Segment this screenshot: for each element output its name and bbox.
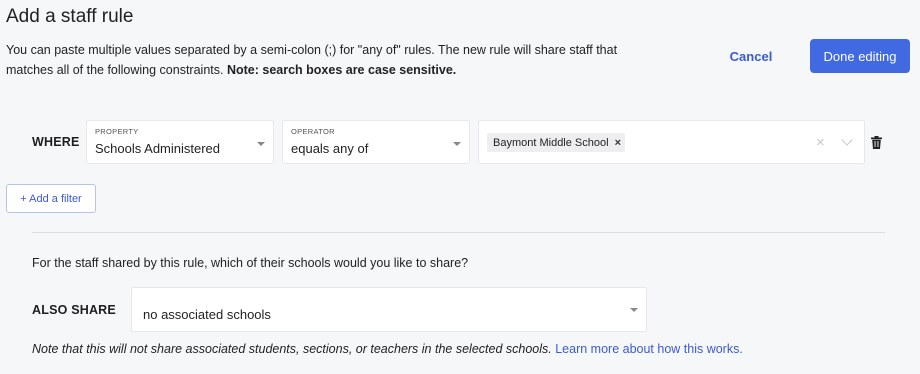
value-chip: Baymont Middle School × [487, 133, 625, 152]
cancel-button[interactable]: Cancel [716, 40, 786, 72]
staff-rule-editor: Add a staff rule You can paste multiple … [0, 0, 920, 374]
also-share-value: no associated schools [143, 307, 271, 322]
chevron-down-icon[interactable] [841, 134, 853, 146]
property-select[interactable]: PROPERTY Schools Administered [86, 120, 274, 164]
also-share-select[interactable]: no associated schools [131, 287, 647, 332]
divider [32, 232, 885, 233]
operator-select[interactable]: OPERATOR equals any of [282, 120, 470, 164]
caret-down-icon [257, 142, 265, 146]
trash-icon[interactable] [871, 136, 882, 149]
done-editing-button[interactable]: Done editing [810, 39, 910, 73]
also-share-label: ALSO SHARE [32, 303, 116, 317]
clear-icon[interactable]: × [816, 134, 825, 151]
caret-down-icon [453, 142, 461, 146]
share-note: Note that this will not share associated… [32, 342, 743, 356]
remove-chip-icon[interactable]: × [615, 137, 621, 149]
share-question: For the staff shared by this rule, which… [32, 256, 469, 270]
learn-more-link[interactable]: Learn more about how this works. [555, 342, 743, 356]
caret-down-icon [630, 308, 638, 312]
page-description: You can paste multiple values separated … [6, 40, 626, 80]
filter-values-multiselect[interactable]: Baymont Middle School × × [478, 120, 865, 164]
property-value: Schools Administered [95, 141, 221, 156]
property-label: PROPERTY [95, 127, 139, 136]
share-note-text: Note that this will not share associated… [32, 342, 552, 356]
value-chip-label: Baymont Middle School [493, 136, 609, 149]
operator-value: equals any of [291, 141, 369, 156]
page-title: Add a staff rule [6, 6, 134, 27]
where-label: WHERE [32, 135, 80, 149]
description-note: Note: search boxes are case sensitive. [226, 63, 457, 77]
operator-label: OPERATOR [291, 127, 335, 136]
add-filter-button[interactable]: + Add a filter [6, 184, 96, 213]
